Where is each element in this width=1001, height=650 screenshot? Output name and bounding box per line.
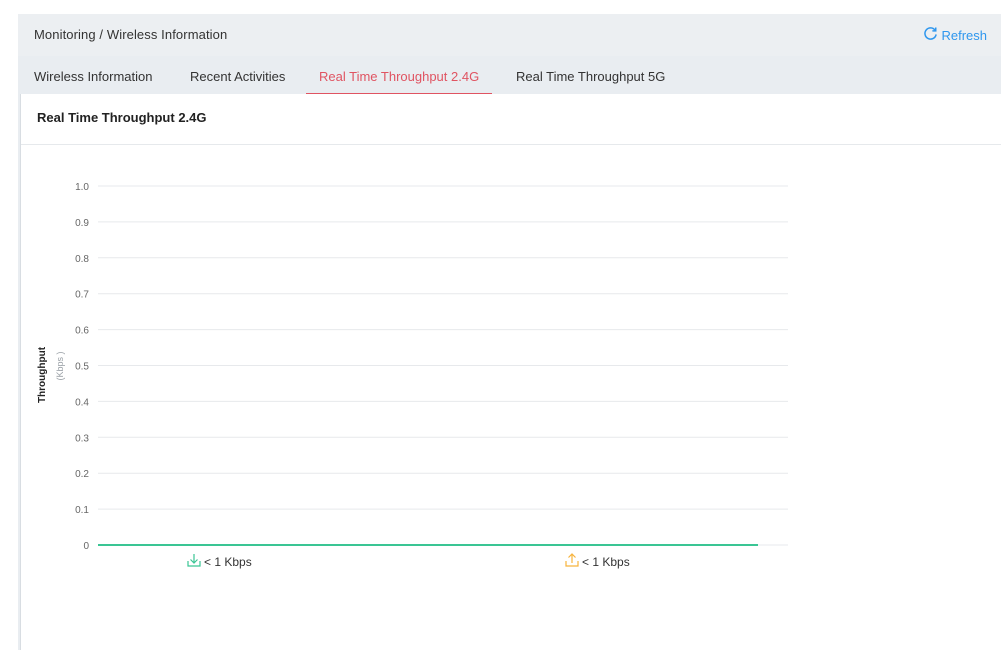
- y-axis-label: Throughput: [37, 346, 48, 403]
- download-icon: [187, 554, 201, 567]
- y-tick-label: 0: [83, 541, 89, 552]
- y-axis-unit: (Kbps ): [55, 351, 65, 380]
- y-tick-label: 0.6: [75, 326, 89, 337]
- legend-label: < 1 Kbps: [204, 555, 252, 569]
- upload-icon: [565, 553, 579, 567]
- y-tick-label: 0.4: [75, 397, 89, 408]
- y-tick-label: 0.2: [75, 469, 89, 480]
- y-tick-label: 0.9: [75, 218, 89, 229]
- y-tick-label: 0.1: [75, 505, 89, 516]
- y-tick-label: 0.5: [75, 362, 89, 373]
- legend-label: < 1 Kbps: [582, 555, 630, 569]
- y-tick-label: 0.7: [75, 290, 89, 301]
- y-tick-label: 0.3: [75, 433, 89, 444]
- throughput-chart: 1.0 0.9 0.8 0.7 0.6 0.5 0.4 0.3 0.2 0.1 0 Throughpu…: [37, 182, 788, 569]
- y-tick-label: 1.0: [75, 182, 89, 193]
- y-tick-label: 0.8: [75, 254, 89, 265]
